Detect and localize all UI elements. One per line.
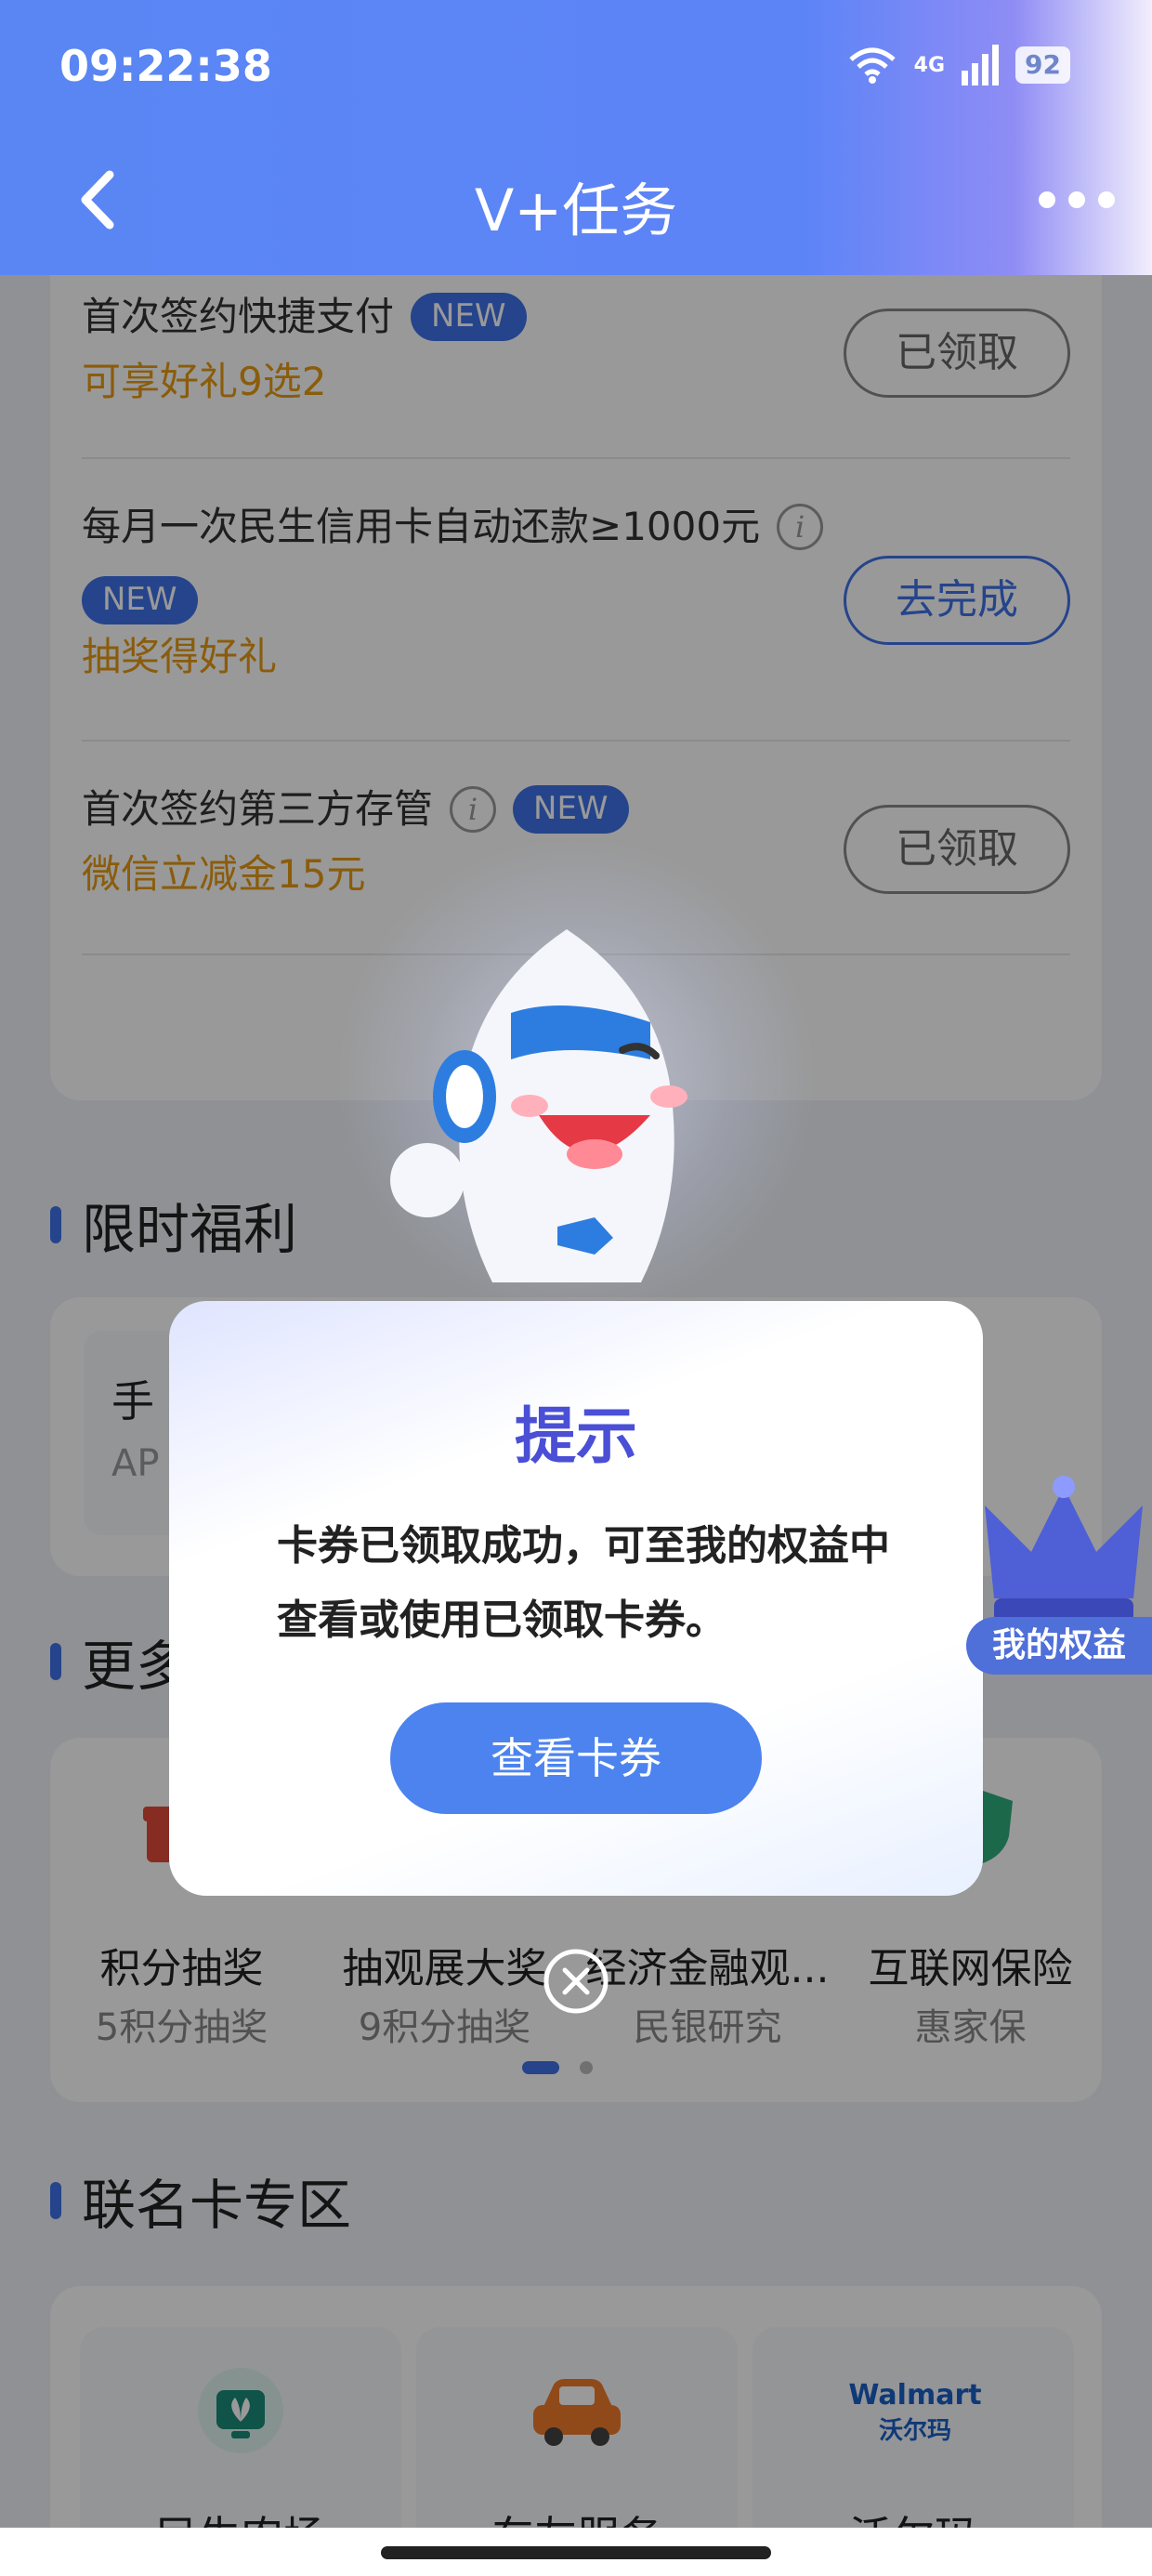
home-bar[interactable] <box>381 2546 771 2559</box>
dot <box>1098 191 1115 208</box>
status-icons: 4G 92 <box>847 45 1070 85</box>
dot <box>1039 191 1055 208</box>
dot <box>1068 191 1085 208</box>
network-type: 4G <box>913 53 946 77</box>
signal-icon <box>962 45 1000 85</box>
wifi-icon <box>849 47 896 84</box>
view-coupons-button[interactable]: 查看卡券 <box>390 1702 762 1814</box>
battery-indicator: 92 <box>1015 46 1070 84</box>
dialog-message: 卡券已领取成功，可至我的权益中查看或使用已领取卡券。 <box>277 1522 890 1644</box>
mascot-illustration <box>390 929 687 1282</box>
dialog-title: 提示 <box>515 1400 637 1472</box>
close-icon[interactable] <box>543 1948 609 2015</box>
more-options-icon[interactable] <box>1039 191 1115 208</box>
my-benefits-button[interactable]: 我的权益 <box>966 1617 1152 1675</box>
top-header: 09:22:38 4G 92 V+任务 <box>0 0 1152 275</box>
home-indicator <box>0 2528 1152 2576</box>
notice-dialog: 提示 卡券已领取成功，可至我的权益中查看或使用已领取卡券。 查看卡券 <box>169 1301 983 1896</box>
page-title: V+任务 <box>474 177 678 244</box>
status-time: 09:22:38 <box>59 41 272 91</box>
